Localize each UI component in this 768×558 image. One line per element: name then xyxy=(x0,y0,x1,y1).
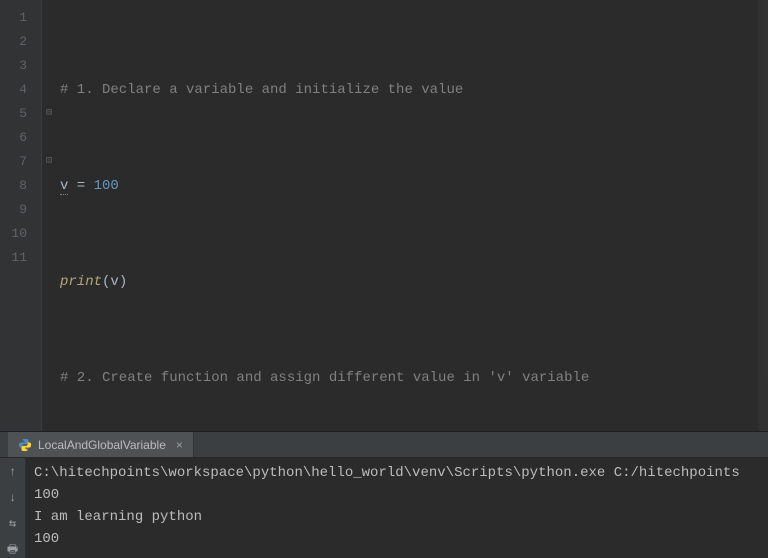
comment-token: # 2. Create function and assign differen… xyxy=(60,370,589,386)
python-icon xyxy=(18,438,32,452)
line-number-gutter: 1 2 3 4 5 6 7 8 9 10 11 xyxy=(0,0,42,431)
scroll-up-icon[interactable]: ↑ xyxy=(5,464,21,480)
run-panel: LocalAndGlobalVariable × ↑ ↓ ⇆ 🖶 C:\hite… xyxy=(0,431,768,558)
code-line[interactable]: # 1. Declare a variable and initialize t… xyxy=(56,78,768,102)
line-number: 7 xyxy=(0,150,41,174)
identifier-token: v xyxy=(110,274,118,290)
code-line[interactable]: print(v) xyxy=(56,270,768,294)
console-output[interactable]: C:\hitechpoints\workspace\python\hello_w… xyxy=(26,458,768,558)
code-area[interactable]: # 1. Declare a variable and initialize t… xyxy=(56,0,768,431)
line-number: 3 xyxy=(0,54,41,78)
line-number: 8 xyxy=(0,174,41,198)
fold-gutter: ⊟ ⊡ xyxy=(42,0,56,431)
line-number: 6 xyxy=(0,126,41,150)
run-tab[interactable]: LocalAndGlobalVariable × xyxy=(8,432,194,457)
console-line: 100 xyxy=(34,484,760,506)
run-tab-label: LocalAndGlobalVariable xyxy=(38,438,166,452)
code-editor[interactable]: 1 2 3 4 5 6 7 8 9 10 11 ⊟ ⊡ # xyxy=(0,0,768,431)
punct-token: ) xyxy=(119,274,127,290)
run-toolbar: ↑ ↓ ⇆ 🖶 xyxy=(0,458,26,558)
line-number: 5 xyxy=(0,102,41,126)
scroll-down-icon[interactable]: ↓ xyxy=(5,490,21,506)
code-line[interactable]: # 2. Create function and assign differen… xyxy=(56,366,768,390)
close-icon[interactable]: × xyxy=(172,438,183,452)
comment-token: # 1. Declare a variable and initialize t… xyxy=(60,82,463,98)
number-token: 100 xyxy=(94,178,119,194)
code-line[interactable]: v = 100 xyxy=(56,174,768,198)
console-line: I am learning python xyxy=(34,506,760,528)
fold-end-icon[interactable]: ⊡ xyxy=(42,150,56,174)
line-number: 11 xyxy=(0,246,41,270)
line-number: 9 xyxy=(0,198,41,222)
run-tab-bar: LocalAndGlobalVariable × xyxy=(0,432,768,458)
soft-wrap-icon[interactable]: ⇆ xyxy=(5,516,21,532)
ide-root: 1 2 3 4 5 6 7 8 9 10 11 ⊟ ⊡ # xyxy=(0,0,768,558)
operator-token: = xyxy=(68,178,93,194)
console-line: C:\hitechpoints\workspace\python\hello_w… xyxy=(34,462,760,484)
line-number: 10 xyxy=(0,222,41,246)
line-number: 1 xyxy=(0,6,41,30)
builtin-call-token: print xyxy=(60,274,102,290)
console-line: 100 xyxy=(34,528,760,550)
editor-vertical-scrollbar[interactable] xyxy=(758,0,768,431)
run-body: ↑ ↓ ⇆ 🖶 C:\hitechpoints\workspace\python… xyxy=(0,458,768,558)
line-number: 4 xyxy=(0,78,41,102)
line-number: 2 xyxy=(0,30,41,54)
print-icon[interactable]: 🖶 xyxy=(5,542,21,558)
fold-start-icon[interactable]: ⊟ xyxy=(42,102,56,126)
